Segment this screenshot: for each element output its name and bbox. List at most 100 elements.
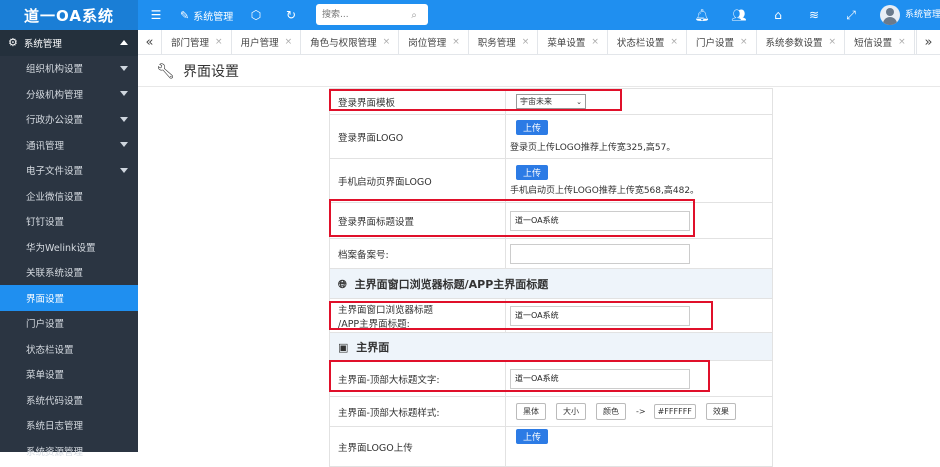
sidebar-item-label: 状态栏设置	[26, 344, 74, 356]
avatar[interactable]	[880, 5, 900, 25]
close-icon[interactable]: ×	[829, 37, 837, 47]
sidebar-item[interactable]: 钉钉设置	[0, 209, 138, 235]
sidebar-item-label: 关联系统设置	[26, 268, 84, 280]
close-icon[interactable]: ×	[452, 37, 460, 47]
tab[interactable]: 状态栏设置 ×	[608, 30, 687, 54]
tab-label: 岗位管理	[408, 38, 447, 49]
tab[interactable]: 系统参数设置 ×	[757, 30, 846, 54]
tab[interactable]: 门户设置 ×	[687, 30, 757, 54]
sidebar-item[interactable]: 电子文件设置	[0, 158, 138, 184]
main-logo-label: 主界面LOGO上传	[329, 426, 506, 467]
sidebar-item[interactable]: 菜单设置	[0, 362, 138, 388]
tab[interactable]: 职务管理 ×	[469, 30, 539, 54]
sidebar-item[interactable]: 通讯管理	[0, 132, 138, 158]
tab-label: 用户管理	[240, 38, 279, 49]
refresh-icon[interactable]: ↻	[283, 7, 299, 23]
close-icon[interactable]: ×	[740, 37, 748, 47]
section-browser-title: 🌐︎ 主界面窗口浏览器标题/APP主界面标题	[329, 268, 773, 299]
page-title: 界面设置	[183, 63, 240, 80]
sidebar-item[interactable]: 系统资源管理	[0, 438, 138, 464]
tab-label: 系统参数设置	[765, 38, 823, 49]
tab[interactable]: 角色与权限管理 ×	[301, 30, 400, 54]
tag-icon[interactable]: ⌂	[770, 7, 786, 23]
user-name[interactable]: 系统管理	[905, 0, 940, 30]
section-main: ▣ 主界面	[329, 332, 773, 361]
tab[interactable]: 菜单设置 ×	[538, 30, 608, 54]
tabs-scroll-left-icon[interactable]: «	[138, 30, 162, 54]
menu-toggle-icon[interactable]: ☰	[148, 7, 164, 23]
tab[interactable]: 短信设置 ×	[845, 30, 915, 54]
sidebar-item-label: 菜单设置	[26, 370, 65, 382]
layers-icon[interactable]: ≋	[806, 7, 822, 23]
login-logo-upload-button[interactable]: 上传	[516, 120, 549, 135]
sidebar-item[interactable]: 系统代码设置	[0, 387, 138, 413]
effect-button[interactable]: 效果	[705, 403, 736, 420]
sidebar-item[interactable]: 状态栏设置	[0, 336, 138, 362]
sidebar-item-label: 系统资源管理	[26, 446, 84, 458]
chevron-down-icon	[120, 167, 128, 173]
sidebar-item-label: 企业微信设置	[26, 191, 84, 203]
row-icp: 档案备案号:	[329, 238, 773, 269]
sidebar-item-label: 华为Welink设置	[26, 242, 96, 254]
users-icon[interactable]: 👥︎	[731, 7, 747, 23]
sidebar-item-label: 系统日志管理	[26, 421, 84, 433]
close-icon[interactable]: ×	[215, 37, 223, 47]
highlight-main-title	[329, 360, 710, 392]
icp-input[interactable]	[510, 243, 690, 264]
sidebar-item-label: 电子文件设置	[26, 166, 84, 178]
color-button[interactable]: 颜色	[596, 403, 626, 420]
mobile-logo-label: 手机启动页界面LOGO	[329, 158, 506, 203]
close-icon[interactable]: ×	[383, 37, 391, 47]
sidebar-item[interactable]: 行政办公设置	[0, 107, 138, 133]
color-hex-input[interactable]: #FFFFFF	[653, 404, 696, 419]
bell-icon[interactable]: 🔔︎	[694, 7, 710, 23]
fullscreen-icon[interactable]: ⤢	[843, 7, 859, 23]
sidebar-item-label: 系统代码设置	[26, 395, 84, 407]
tab[interactable]: 用户管理 ×	[232, 30, 302, 54]
sidebar-item[interactable]: 组织机构设置	[0, 56, 138, 82]
row-mobile-logo: 手机启动页界面LOGO 上传 手机启动页上传LOGO推荐上传宽568,高482。	[329, 158, 773, 203]
main-logo-upload-button[interactable]: 上传	[516, 429, 549, 444]
close-icon[interactable]: ×	[522, 37, 530, 47]
chevron-down-icon	[120, 65, 128, 71]
search-icon[interactable]: ⌕	[406, 7, 422, 23]
section-browser-title-text: 主界面窗口浏览器标题/APP主界面标题	[354, 277, 549, 291]
globe-icon: 🌐︎	[338, 277, 347, 291]
page-header: 🔧︎ 界面设置	[138, 55, 940, 87]
size-button[interactable]: 大小	[556, 403, 586, 420]
close-icon[interactable]: ×	[898, 37, 906, 47]
sidebar-item[interactable]: 系统日志管理	[0, 413, 138, 439]
wrench-icon: 🔧︎	[156, 61, 176, 80]
close-icon[interactable]: ×	[285, 37, 293, 47]
sidebar-item[interactable]: 分级机构管理	[0, 81, 138, 107]
tab-label: 职务管理	[477, 38, 516, 49]
arrow-text: ->	[636, 407, 646, 416]
system-management-link[interactable]: ✎ 系统管理	[180, 0, 233, 30]
chevron-down-icon	[120, 116, 128, 122]
sidebar-item[interactable]: 门户设置	[0, 311, 138, 337]
icp-label: 档案备案号:	[329, 238, 506, 269]
close-icon[interactable]: ×	[670, 37, 678, 47]
sidebar-item[interactable]: 界面设置	[0, 285, 138, 311]
chevron-down-icon	[120, 91, 128, 96]
row-main-logo: 主界面LOGO上传 上传	[329, 426, 773, 467]
tabs-scroll-right-icon[interactable]: »	[916, 30, 940, 54]
close-icon[interactable]: ×	[591, 37, 599, 47]
cube-icon[interactable]: ⬡	[248, 7, 264, 23]
sidebar-item[interactable]: 关联系统设置	[0, 260, 138, 286]
tab[interactable]: 部门管理 ×	[162, 30, 232, 54]
login-logo-label: 登录界面LOGO	[329, 114, 506, 159]
row-main-style: 主界面-顶部大标题样式: 黑体 大小 颜色 -> #FFFFFF 效果	[329, 396, 773, 427]
settings-form: 登录界面模板 宇宙未来 ⌄ 登录界面LOGO 上传 登录页上传LOGO推荐上传宽…	[138, 88, 940, 467]
settings-table: 登录界面模板 宇宙未来 ⌄ 登录界面LOGO 上传 登录页上传LOGO推荐上传宽…	[329, 88, 773, 467]
chevron-down-icon	[120, 142, 128, 147]
sidebar-item[interactable]: 企业微信设置	[0, 183, 138, 209]
mobile-logo-upload-button[interactable]: 上传	[516, 165, 549, 180]
sidebar-item[interactable]: 华为Welink设置	[0, 234, 138, 260]
tab[interactable]: 岗位管理 ×	[399, 30, 469, 54]
tab-label: 门户设置	[695, 38, 734, 49]
sidebar-item-label: 钉钉设置	[26, 217, 65, 229]
image-icon: ▣	[338, 340, 349, 354]
sidebar-section-system[interactable]: ⚙ 系统管理	[0, 30, 138, 56]
font-button[interactable]: 黑体	[516, 403, 546, 420]
